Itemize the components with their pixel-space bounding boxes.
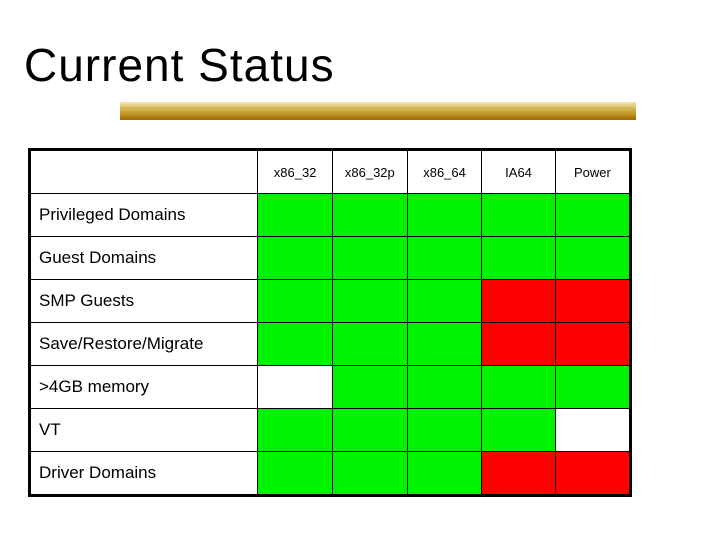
status-cell	[407, 452, 482, 495]
status-cell	[332, 366, 407, 409]
status-cell	[332, 237, 407, 280]
status-cell	[332, 194, 407, 237]
status-cell	[258, 280, 333, 323]
table-header-row: x86_32 x86_32p x86_64 IA64 Power	[31, 151, 630, 194]
status-cell	[482, 366, 556, 409]
status-cell	[555, 323, 629, 366]
status-cell	[482, 323, 556, 366]
row-label: >4GB memory	[31, 366, 258, 409]
status-cell	[258, 194, 333, 237]
status-cell	[407, 323, 482, 366]
table-row: >4GB memory	[31, 366, 630, 409]
status-cell	[332, 280, 407, 323]
col-header: x86_32	[258, 151, 333, 194]
row-label: Privileged Domains	[31, 194, 258, 237]
row-label: VT	[31, 409, 258, 452]
status-cell	[555, 280, 629, 323]
row-label: SMP Guests	[31, 280, 258, 323]
status-cell	[555, 237, 629, 280]
row-label: Save/Restore/Migrate	[31, 323, 258, 366]
table-row: Privileged Domains	[31, 194, 630, 237]
status-cell	[258, 323, 333, 366]
status-cell	[407, 237, 482, 280]
status-cell	[332, 409, 407, 452]
slide-title: Current Status	[24, 38, 335, 92]
table-row: VT	[31, 409, 630, 452]
status-cell	[258, 366, 333, 409]
status-table: x86_32 x86_32p x86_64 IA64 Power Privile…	[28, 148, 632, 497]
status-cell	[332, 452, 407, 495]
col-header: x86_64	[407, 151, 482, 194]
status-cell	[482, 237, 556, 280]
status-cell	[258, 409, 333, 452]
status-cell	[555, 366, 629, 409]
table-row: Driver Domains	[31, 452, 630, 495]
status-cell	[258, 237, 333, 280]
status-cell	[482, 452, 556, 495]
status-cell	[407, 409, 482, 452]
status-cell	[407, 194, 482, 237]
status-cell	[407, 366, 482, 409]
table-row: SMP Guests	[31, 280, 630, 323]
status-cell	[258, 452, 333, 495]
status-cell	[482, 409, 556, 452]
status-cell	[555, 409, 629, 452]
status-cell	[407, 280, 482, 323]
table-row: Save/Restore/Migrate	[31, 323, 630, 366]
header-blank	[31, 151, 258, 194]
status-cell	[482, 194, 556, 237]
col-header: Power	[555, 151, 629, 194]
row-label: Guest Domains	[31, 237, 258, 280]
row-label: Driver Domains	[31, 452, 258, 495]
status-cell	[555, 194, 629, 237]
col-header: IA64	[482, 151, 556, 194]
table-row: Guest Domains	[31, 237, 630, 280]
title-underline-stripe	[120, 102, 636, 120]
col-header: x86_32p	[332, 151, 407, 194]
status-cell	[482, 280, 556, 323]
status-cell	[332, 323, 407, 366]
status-cell	[555, 452, 629, 495]
